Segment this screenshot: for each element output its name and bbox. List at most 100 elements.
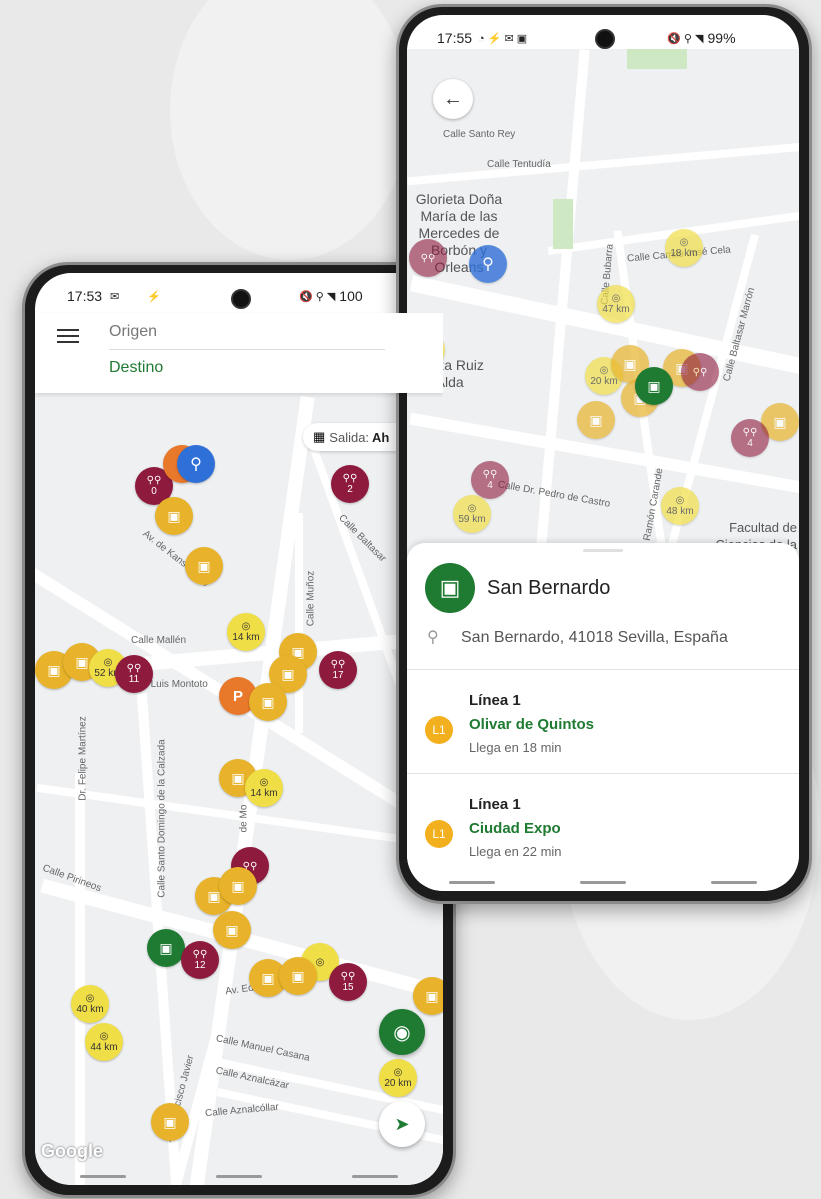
bike-station-marker[interactable]: ⚲⚲ 4 [731,419,769,457]
ebike-icon: ◎ [85,993,95,1004]
arrival-time: Llega en 22 min [469,844,562,859]
ebike-icon: ◎ [99,1031,109,1042]
line-destination: Olivar de Quintos [469,716,595,733]
my-location-button[interactable]: ➤ [379,1101,425,1147]
street-label: Calle Muñoz [305,570,317,627]
bike-icon: ⚲⚲ [420,252,436,264]
bike-station-marker[interactable]: ⚲⚲ 11 [115,655,153,693]
bus-stop-marker[interactable]: ▣ [219,867,257,905]
calendar-icon: ▦ [313,429,326,444]
street-label: Calle Santo Domingo de la Calzada [156,739,168,898]
bus-icon: ▣ [47,661,61,678]
bike-station-marker[interactable]: ⚲⚲ 12 [181,941,219,979]
stop-detail-sheet: ▣ San Bernardo ⚲ San Bernardo, 41018 Sev… [407,543,799,891]
ebike-icon: ◎ [393,1067,403,1078]
bike-icon: ⚲⚲ [692,366,708,378]
charging-station-marker[interactable]: ⚲ [177,445,215,483]
left-map[interactable]: Av. de Kansas City Calle Mallén Calle Lu… [35,393,443,1185]
metro-station-marker[interactable]: ▣ [147,929,185,967]
bus-stop-marker[interactable]: ▣ [279,957,317,995]
street-label: Calle Tentudía [487,159,551,170]
ebike-marker[interactable]: ◎ 59 km [453,495,491,533]
line-badge: L1 [425,820,453,848]
bus-icon: ▣ [623,355,637,372]
street-label: de Mo [238,804,250,833]
bike-icon: ⚲⚲ [482,469,498,480]
sync-icon: ⚡ [147,290,161,303]
bus-stop-marker[interactable]: ▣ [185,547,223,585]
street-label: Calle Dr. Pedro de Castro [496,479,612,510]
street-label: Calle Manuel Casana [214,1033,311,1064]
bus-icon: ▣ [225,921,239,938]
status-time: 17:55 [437,30,473,46]
charger-icon: ⚲ [190,456,202,473]
bus-stop-marker[interactable]: ▣ [155,497,193,535]
bike-station-marker[interactable]: ⚲⚲ [681,353,719,391]
right-phone: 17:55 ◔ ⚡ ✉ ▣ 🔇 ⚲ ◥ 99% Glorieta Doña Ma… [396,4,812,904]
sheet-handle[interactable] [583,549,623,552]
origin-input[interactable]: Origen [109,323,157,341]
bike-station-marker[interactable]: ⚲⚲ 15 [329,963,367,1001]
ebike-marker[interactable]: ◎ 20 km [379,1059,417,1097]
metro-station-marker[interactable]: ▣ [635,367,673,405]
bus-icon: ▣ [425,987,439,1004]
bike-icon: ⚲⚲ [340,971,356,982]
ebike-marker[interactable]: ◎ 48 km [661,487,699,525]
ebike-icon: ◎ [315,956,325,968]
bus-icon: ▣ [291,967,305,984]
menu-icon[interactable] [57,325,79,347]
bike-station-marker[interactable]: ⚲⚲ [409,239,447,277]
ebike-icon: ◎ [679,237,689,248]
ebike-marker[interactable]: ◎ 14 km [227,613,265,651]
bus-stop-marker[interactable]: ▣ [151,1103,189,1141]
bus-stop-marker[interactable]: ▣ [249,683,287,721]
line-badge: L1 [425,716,453,744]
bus-icon: ▣ [197,557,211,574]
bike-station-marker[interactable]: ⚲⚲ 2 [331,465,369,503]
back-button[interactable]: ← [433,79,473,119]
bus-stop-marker[interactable]: ▣ [577,401,615,439]
visibility-toggle-button[interactable]: ◉ [379,1009,425,1055]
bus-stop-marker[interactable]: ▣ [213,911,251,949]
bus-icon: ▣ [281,665,295,682]
bus-icon: ▣ [773,413,787,430]
ebike-marker[interactable]: ◎ 14 km [245,769,283,807]
bike-station-marker[interactable]: ⚲⚲ 17 [319,651,357,689]
ebike-icon: ◎ [675,495,685,506]
metro-badge-icon: ▣ [425,563,475,613]
bus-icon: ▣ [231,769,245,786]
ebike-icon: ◎ [467,503,477,514]
background-location-shape [170,0,410,260]
status-time: 17:53 [67,288,103,304]
metro-icon: ▣ [159,939,173,956]
street-label: Dr. Felipe Martínez [77,716,89,801]
front-camera [595,29,615,49]
arrow-left-icon: ← [443,87,463,110]
ebike-icon: ◎ [259,777,269,788]
right-map[interactable]: Glorieta Doña María de las Mercedes de B… [407,49,799,559]
ebike-marker[interactable]: ◎ 44 km [85,1023,123,1061]
bus-stop-marker[interactable]: ▣ [413,977,443,1015]
charging-station-marker[interactable]: ⚲ [469,245,507,283]
line-arrival-row[interactable]: L1 Línea 1 Olivar de Quintos Llega en 18… [407,669,799,774]
system-nav-bar [35,1171,443,1181]
ebike-marker[interactable]: ◎ 40 km [71,985,109,1023]
bus-icon: ▣ [167,507,181,524]
eye-icon: ◉ [393,1021,411,1044]
bike-icon: ⚲⚲ [342,473,358,484]
line-name: Línea 1 [469,796,521,813]
bus-icon: ▣ [261,969,275,986]
bike-icon: ⚲⚲ [126,663,142,674]
bike-icon: ⚲⚲ [146,475,162,486]
ebike-marker[interactable]: ◎ 18 km [665,229,703,267]
status-battery: 99% [707,30,736,46]
input-divider [109,349,385,350]
bus-icon: ▣ [163,1113,177,1130]
bike-station-marker[interactable]: ⚲⚲ 4 [471,461,509,499]
bus-icon: ▣ [261,693,275,710]
bike-icon: ⚲⚲ [742,427,758,438]
destination-input[interactable]: Destino [109,359,163,377]
line-arrival-row[interactable]: L1 Línea 1 Ciudad Expo Llega en 22 min [407,773,799,878]
ebike-marker[interactable]: ◎ 47 km [597,285,635,323]
bus-icon: ▣ [231,877,245,894]
